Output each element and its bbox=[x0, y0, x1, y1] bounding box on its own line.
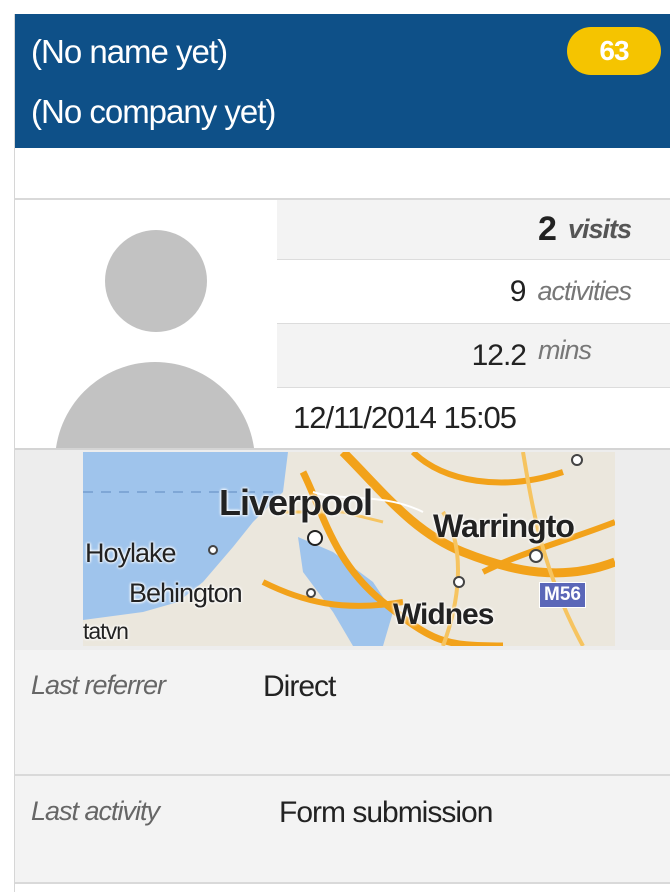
map-label-behington: Behington bbox=[129, 578, 243, 608]
map-label-partial: tatvn bbox=[83, 618, 129, 644]
empty-row bbox=[15, 148, 670, 200]
location-map[interactable]: Liverpool Warringto Hoylake Behington Wi… bbox=[83, 452, 615, 646]
map-strip: Liverpool Warringto Hoylake Behington Wi… bbox=[15, 450, 670, 650]
avatar bbox=[15, 200, 277, 448]
contact-company: (No company yet) bbox=[31, 93, 276, 130]
map-label-warrington: Warringto bbox=[433, 508, 575, 544]
avatar-head-icon bbox=[105, 230, 207, 332]
activities-unit: activities bbox=[537, 276, 632, 306]
map-label-widnes: Widnes bbox=[393, 598, 494, 631]
last-referrer-label: Last referrer bbox=[31, 670, 166, 700]
last-referrer-row: Last referrer Direct bbox=[15, 650, 670, 776]
last-referrer-value: Direct bbox=[263, 670, 336, 703]
contact-name: (No name yet) bbox=[31, 33, 228, 70]
map-label-liverpool: Liverpool bbox=[219, 482, 373, 523]
map-label-hoylake: Hoylake bbox=[85, 538, 177, 568]
time-value: 12.2 bbox=[471, 338, 527, 372]
contact-card: (No name yet) (No company yet) 63 2 visi… bbox=[14, 14, 670, 892]
stat-time: 12.2 mins bbox=[277, 324, 670, 388]
stat-activities: 9 activities bbox=[277, 260, 670, 324]
time-unit: mins bbox=[537, 335, 592, 365]
stat-visits: 2 visits bbox=[277, 200, 670, 260]
last-seen-date: 12/11/2014 15:05 bbox=[293, 400, 517, 435]
road-badge-m56: M56 bbox=[539, 582, 586, 608]
visits-count: 2 bbox=[538, 210, 557, 248]
contact-header[interactable]: (No name yet) (No company yet) 63 bbox=[15, 14, 670, 148]
last-activity-row: Last activity Form submission bbox=[15, 776, 670, 884]
activities-count: 9 bbox=[509, 274, 527, 308]
last-activity-value: Form submission bbox=[279, 796, 493, 829]
last-activity-label: Last activity bbox=[31, 796, 160, 826]
stats-panel: 2 visits 9 activities 12.2 mins 12/11/20… bbox=[15, 200, 670, 450]
score-badge: 63 bbox=[567, 27, 661, 75]
visits-unit: visits bbox=[567, 214, 632, 244]
avatar-body-icon bbox=[55, 362, 255, 448]
